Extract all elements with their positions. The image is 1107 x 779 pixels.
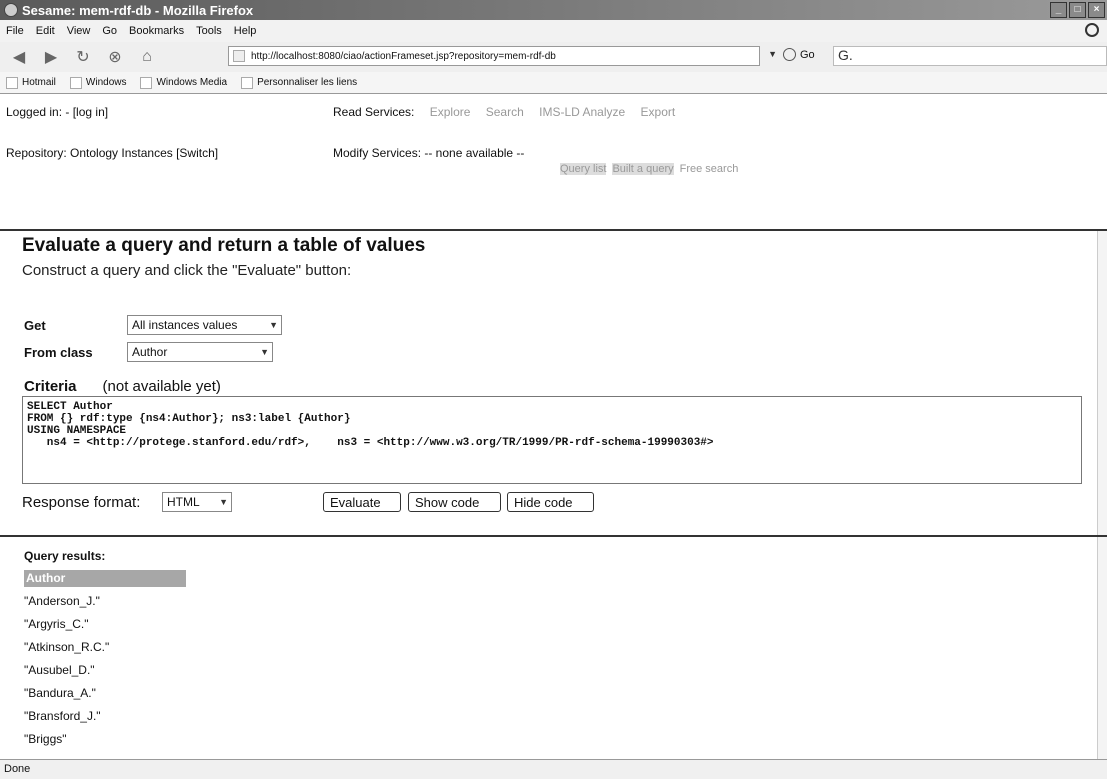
- repository-text[interactable]: Repository: Ontology Instances [Switch]: [6, 146, 218, 160]
- get-select[interactable]: All instances values ▼: [127, 315, 282, 335]
- address-url: http://localhost:8080/ciao/actionFramese…: [251, 50, 556, 62]
- service-search[interactable]: Search: [486, 105, 524, 119]
- address-bar[interactable]: http://localhost:8080/ciao/actionFramese…: [228, 46, 777, 66]
- show-code-button[interactable]: Show code: [408, 492, 501, 512]
- menu-edit[interactable]: Edit: [36, 25, 55, 37]
- window-controls: _ □ ×: [1050, 2, 1105, 18]
- criteria-label: Criteria: [24, 378, 77, 395]
- throbber-icon: [1085, 23, 1099, 37]
- scrollbar[interactable]: [1097, 537, 1107, 759]
- bookmarks-toolbar: Hotmail Windows Windows Media Personnali…: [0, 72, 1107, 94]
- tab-free-search[interactable]: Free search: [680, 163, 739, 175]
- page-icon: [241, 76, 254, 89]
- home-icon[interactable]: ⌂: [134, 46, 160, 68]
- firefox-icon: [4, 3, 18, 17]
- bookmark-hotmail[interactable]: Hotmail: [6, 76, 56, 89]
- service-export[interactable]: Export: [641, 105, 676, 119]
- table-row: "Bransford_J.": [24, 709, 101, 723]
- query-frame: Evaluate a query and return a table of v…: [0, 229, 1107, 537]
- table-row: "Argyris_C.": [24, 617, 89, 631]
- response-format-label: Response format:: [22, 494, 141, 511]
- read-services: Read Services: Explore Search IMS-LD Ana…: [333, 105, 675, 119]
- stop-icon[interactable]: ⊗: [102, 46, 128, 68]
- get-select-value: All instances values: [132, 318, 238, 332]
- logged-in-text[interactable]: Logged in: - [log in]: [6, 105, 108, 119]
- menu-help[interactable]: Help: [234, 25, 257, 37]
- from-class-select[interactable]: Author ▼: [127, 342, 273, 362]
- page-icon: [233, 50, 245, 62]
- title-bar: Sesame: mem-rdf-db - Mozilla Firefox _ □…: [0, 0, 1107, 20]
- bookmark-windows-media[interactable]: Windows Media: [140, 76, 228, 89]
- page-icon: [6, 76, 18, 89]
- table-row: "Briggs": [24, 732, 67, 746]
- tab-query-list[interactable]: Query list: [560, 163, 607, 175]
- from-class-select-value: Author: [132, 345, 168, 359]
- results-column-header: Author: [24, 570, 186, 587]
- menu-view[interactable]: View: [67, 25, 91, 37]
- results-title: Query results:: [24, 549, 106, 563]
- back-icon[interactable]: ◀: [6, 46, 32, 68]
- bookmark-label: Windows Media: [156, 77, 228, 88]
- table-row: "Atkinson_R.C.": [24, 640, 110, 654]
- menu-file[interactable]: File: [6, 25, 24, 37]
- table-row: "Bandura_A.": [24, 686, 96, 700]
- bookmark-label: Personnaliser les liens: [257, 77, 358, 88]
- bookmark-label: Hotmail: [22, 77, 56, 88]
- header-frame: Logged in: - [log in] Repository: Ontolo…: [0, 95, 1107, 229]
- table-row: "Anderson_J.": [24, 594, 100, 608]
- menu-tools[interactable]: Tools: [196, 25, 222, 37]
- from-class-label: From class: [24, 345, 93, 360]
- response-format-select[interactable]: HTML ▼: [162, 492, 232, 512]
- chevron-down-icon: ▼: [260, 347, 269, 357]
- response-format-value: HTML: [167, 495, 200, 509]
- service-imsld-analyze[interactable]: IMS-LD Analyze: [539, 105, 625, 119]
- menu-go[interactable]: Go: [102, 25, 117, 37]
- go-label: Go: [800, 48, 815, 61]
- go-icon: [783, 48, 796, 61]
- chevron-down-icon[interactable]: ▼: [768, 49, 777, 59]
- chevron-down-icon: ▼: [219, 497, 228, 507]
- bookmark-personnaliser[interactable]: Personnaliser les liens: [241, 76, 358, 89]
- page-subtitle: Construct a query and click the "Evaluat…: [22, 262, 352, 279]
- evaluate-button[interactable]: Evaluate: [323, 492, 401, 512]
- criteria-row: Criteria (not available yet): [24, 378, 221, 395]
- table-row: "Ausubel_D.": [24, 663, 95, 677]
- query-code[interactable]: SELECT Author FROM {} rdf:type {ns4:Auth…: [22, 396, 1082, 484]
- scrollbar[interactable]: [1097, 231, 1107, 535]
- forward-icon[interactable]: ▶: [38, 46, 64, 68]
- go-button[interactable]: Go: [783, 48, 815, 61]
- navigation-toolbar: ◀ ▶ ↻ ⊗ ⌂ http://localhost:8080/ciao/act…: [0, 42, 1107, 72]
- menu-bar: File Edit View Go Bookmarks Tools Help: [0, 20, 1107, 42]
- results-frame: Query results: Author "Anderson_J." "Arg…: [0, 537, 1107, 759]
- window-title: Sesame: mem-rdf-db - Mozilla Firefox: [22, 2, 254, 18]
- service-explore[interactable]: Explore: [430, 105, 471, 119]
- get-label: Get: [24, 318, 46, 333]
- criteria-value: (not available yet): [102, 378, 221, 395]
- page-title: Evaluate a query and return a table of v…: [22, 235, 426, 256]
- minimize-button[interactable]: _: [1050, 2, 1067, 18]
- query-subtabs: Query list Built a query Free search: [560, 163, 738, 175]
- read-services-label: Read Services:: [333, 105, 415, 119]
- status-bar: Done: [0, 759, 1107, 779]
- hide-code-button[interactable]: Hide code: [507, 492, 594, 512]
- chevron-down-icon: ▼: [269, 320, 278, 330]
- close-button[interactable]: ×: [1088, 2, 1105, 18]
- bookmark-label: Windows: [85, 77, 127, 88]
- reload-icon[interactable]: ↻: [70, 46, 96, 68]
- modify-services-text: Modify Services: -- none available --: [333, 146, 525, 160]
- page-icon: [140, 76, 153, 89]
- tab-built-a-query[interactable]: Built a query: [612, 163, 674, 175]
- maximize-button[interactable]: □: [1069, 2, 1086, 18]
- menu-bookmarks[interactable]: Bookmarks: [129, 25, 184, 37]
- search-input[interactable]: G.: [833, 46, 1107, 66]
- page-icon: [69, 76, 82, 89]
- bookmark-windows[interactable]: Windows: [69, 76, 127, 89]
